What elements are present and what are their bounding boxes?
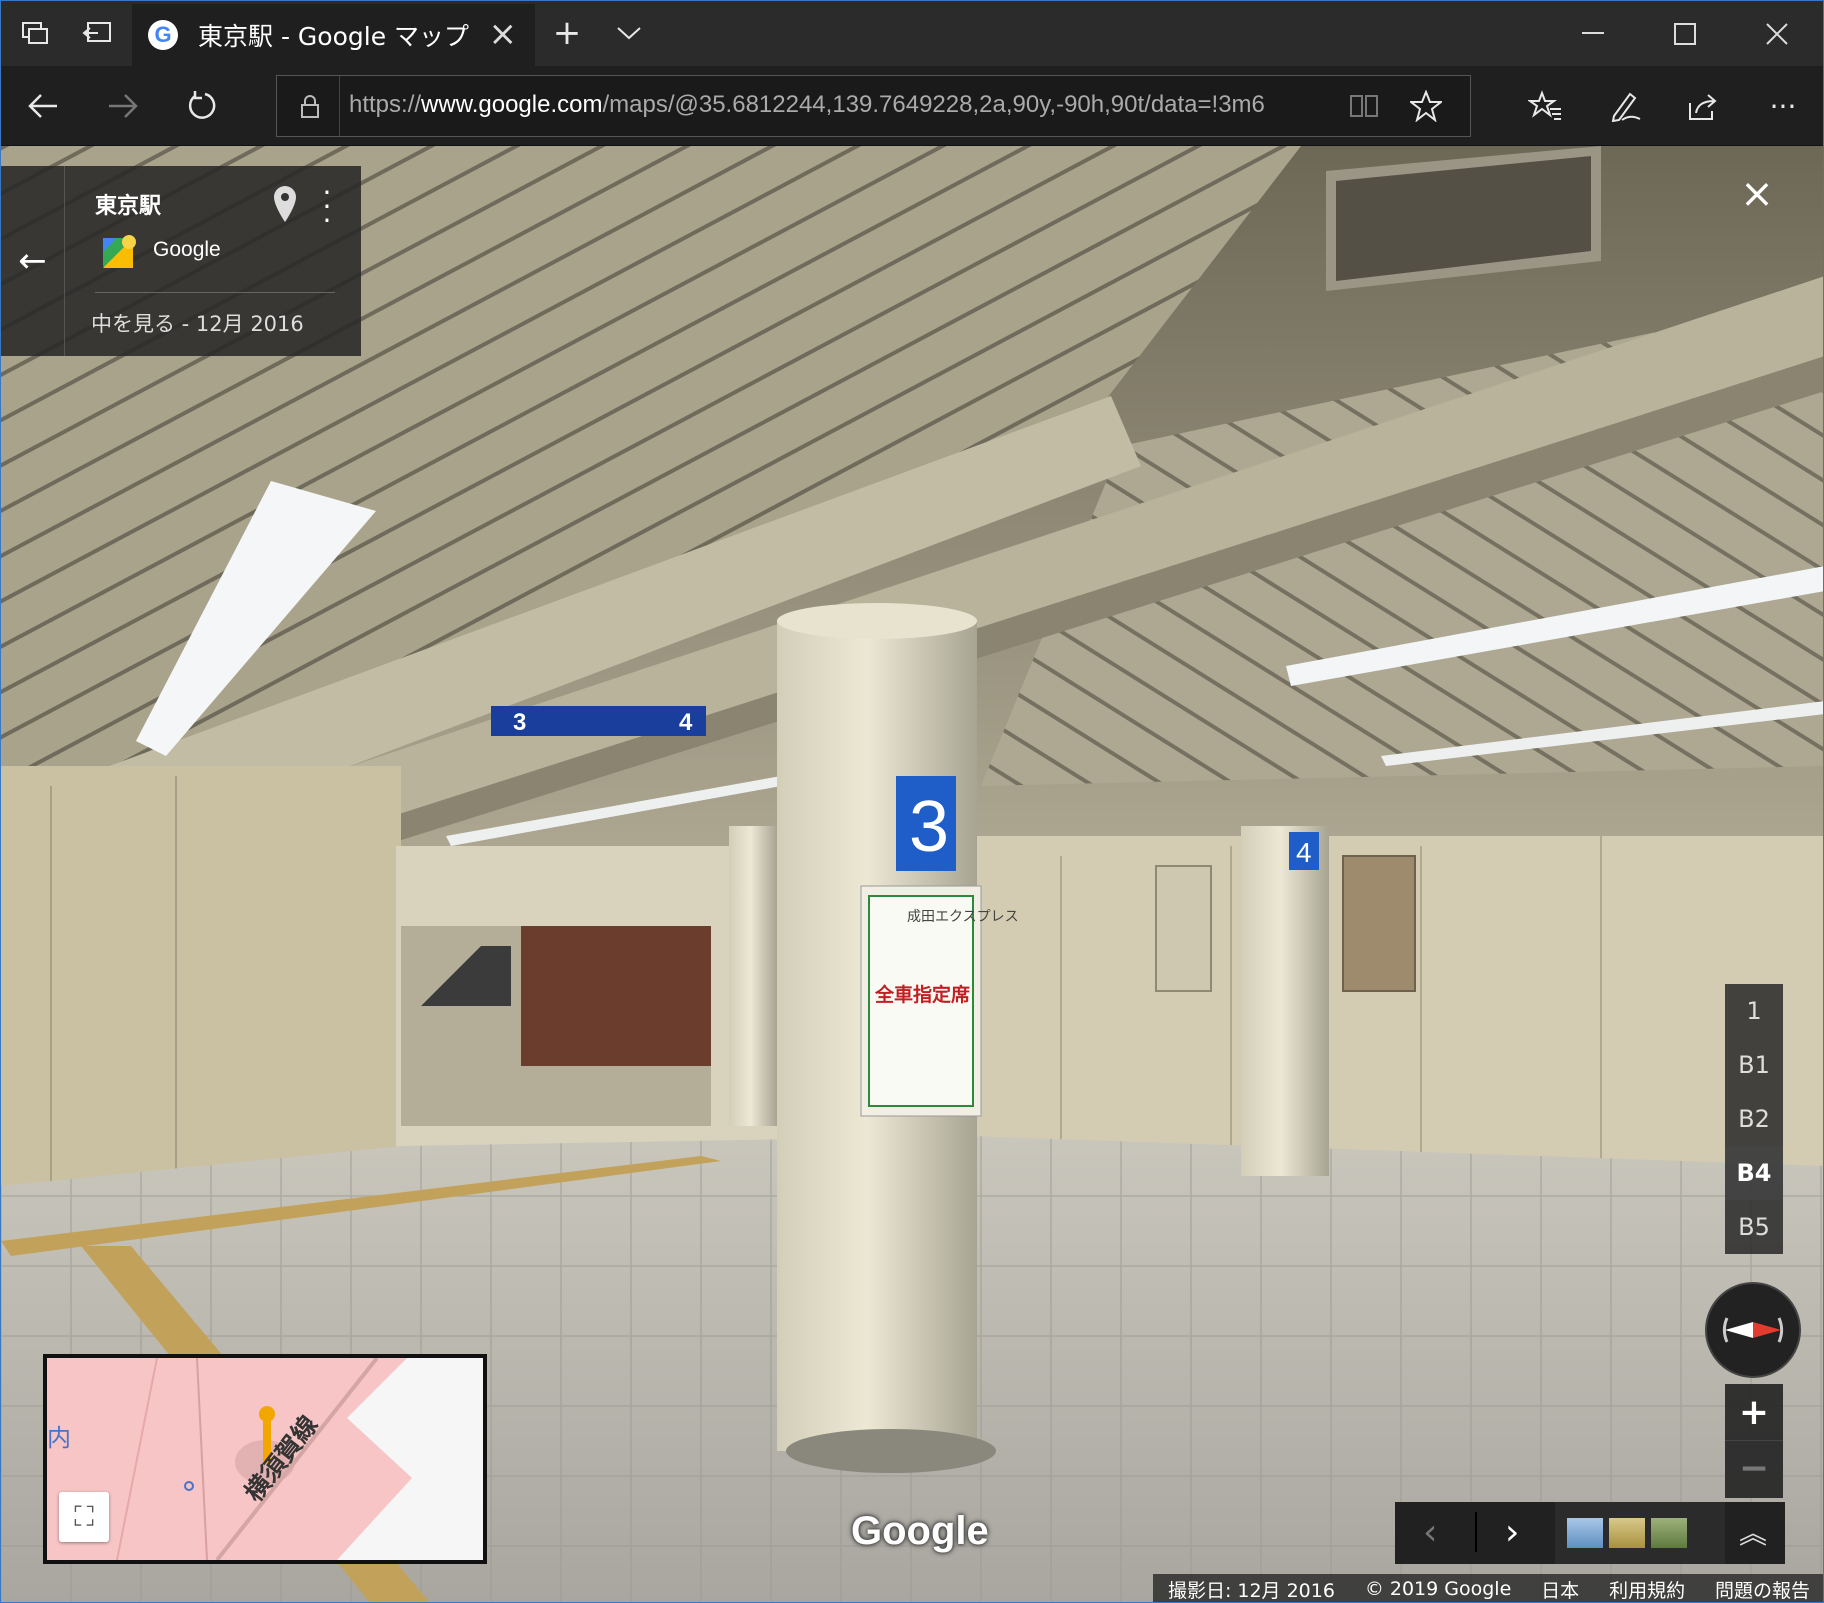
navigation-bar: https://www.google.com/maps/@35.6812244,…: [1, 66, 1823, 146]
google-logo: Google: [851, 1509, 989, 1553]
lock-icon[interactable]: [291, 88, 329, 126]
address-separator: [339, 76, 340, 136]
new-tab-icon[interactable]: +: [549, 13, 585, 53]
compass-icon[interactable]: [1705, 1282, 1801, 1378]
favorite-star-icon[interactable]: [1404, 84, 1448, 128]
google-favicon-icon: G: [148, 20, 178, 50]
minimap-place-label: 内: [47, 1424, 71, 1452]
zoom-out-button[interactable]: −: [1725, 1440, 1783, 1496]
close-street-view-icon[interactable]: ×: [1737, 174, 1777, 214]
overhead-sign-track-3: 3: [513, 709, 526, 736]
browser-window: G 東京駅 - Google マップ × + https://www.googl…: [0, 0, 1824, 1603]
place-title[interactable]: 東京駅: [95, 188, 161, 220]
capture-date-link[interactable]: 中を見る - 12月 2016: [91, 308, 304, 338]
card-divider: [95, 292, 335, 293]
poster-title: 全車指定席: [874, 983, 970, 1006]
floor-b5-button[interactable]: B5: [1725, 1200, 1783, 1254]
thumbnail-3[interactable]: [1651, 1518, 1687, 1548]
set-aside-tabs-icon[interactable]: [79, 15, 115, 51]
more-icon[interactable]: ···: [1755, 78, 1811, 134]
footer-report-link[interactable]: 問題の報告: [1715, 1576, 1810, 1603]
expand-strip-icon[interactable]: ︽: [1739, 1512, 1767, 1552]
pillar-sign-4: 4: [1296, 837, 1312, 868]
tab-title: 東京駅 - Google マップ: [198, 22, 470, 51]
floor-b2-button[interactable]: B2: [1725, 1092, 1783, 1146]
attribution-footer: 撮影日: 12月 2016 © 2019 Google 日本 利用規約 問題の報…: [1153, 1574, 1823, 1603]
street-view-panorama[interactable]: 3 4 4 3 成田エクスプレス 全車指定席 ← 東京駅 · · · Googl…: [1, 146, 1823, 1603]
share-icon[interactable]: [1675, 78, 1731, 134]
forward-icon[interactable]: [95, 78, 151, 134]
previous-photo-icon[interactable]: ‹: [1423, 1512, 1437, 1553]
overhead-sign-track-4: 4: [679, 709, 693, 736]
url-host: www.google.com: [421, 91, 603, 118]
footer-capture-date: 撮影日: 12月 2016: [1167, 1579, 1335, 1602]
floor-1-button[interactable]: 1: [1725, 984, 1783, 1038]
back-arrow-icon[interactable]: ←: [1, 166, 65, 356]
active-tab[interactable]: G 東京駅 - Google マップ ×: [132, 4, 535, 66]
url-scheme: https://: [349, 91, 422, 118]
fullscreen-icon[interactable]: ⛶: [59, 1492, 109, 1542]
zoom-in-button[interactable]: +: [1725, 1384, 1783, 1440]
source-label: Google: [153, 238, 221, 261]
thumbnail-1[interactable]: [1567, 1518, 1603, 1548]
floor-selector: 1 B1 B2 B4 B5: [1725, 984, 1783, 1254]
footer-terms-link[interactable]: 利用規約: [1609, 1576, 1685, 1603]
address-bar[interactable]: https://www.google.com/maps/@35.6812244,…: [276, 75, 1471, 137]
floor-b4-button[interactable]: B4: [1725, 1146, 1783, 1200]
maximize-icon[interactable]: [1645, 9, 1725, 59]
pen-notes-icon[interactable]: [1597, 78, 1653, 134]
more-options-icon[interactable]: · · ·: [317, 179, 337, 235]
floor-b1-button[interactable]: B1: [1725, 1038, 1783, 1092]
chevron-down-icon[interactable]: [611, 15, 647, 51]
favorites-hub-icon[interactable]: [1517, 78, 1573, 134]
refresh-icon[interactable]: [175, 78, 231, 134]
minimap[interactable]: 内 横須賀線 ⛶: [43, 1354, 487, 1564]
pillar-sign-3: 3: [909, 787, 949, 867]
tab-bar: G 東京駅 - Google マップ × +: [1, 1, 1823, 66]
footer-region-link[interactable]: 日本: [1541, 1576, 1579, 1603]
photo-thumbnails: [1555, 1502, 1725, 1564]
url-path: /maps/@35.6812244,139.7649228,2a,90y,-90…: [602, 91, 1265, 118]
zoom-controls: + −: [1725, 1384, 1783, 1498]
close-window-icon[interactable]: [1737, 9, 1817, 59]
strip-divider: [1475, 1512, 1477, 1552]
url-text[interactable]: https://www.google.com/maps/@35.6812244,…: [349, 91, 1319, 119]
close-tab-icon[interactable]: ×: [489, 14, 518, 54]
back-icon[interactable]: [15, 78, 71, 134]
minimize-icon[interactable]: [1553, 9, 1633, 59]
photo-strip: ‹ › ︽: [1395, 1502, 1785, 1564]
tab-manager-icon[interactable]: [17, 15, 53, 51]
footer-copyright: © 2019 Google: [1364, 1578, 1512, 1600]
place-info-card: ← 東京駅 · · · Google 中を見る - 12月 2016: [1, 166, 361, 356]
poster-top-text: 成田エクスプレス: [907, 909, 1019, 925]
next-photo-icon[interactable]: ›: [1505, 1512, 1519, 1553]
reading-view-icon[interactable]: [1344, 86, 1384, 126]
map-pin-icon[interactable]: [271, 184, 299, 224]
google-maps-icon: [103, 234, 137, 268]
thumbnail-2[interactable]: [1609, 1518, 1645, 1548]
